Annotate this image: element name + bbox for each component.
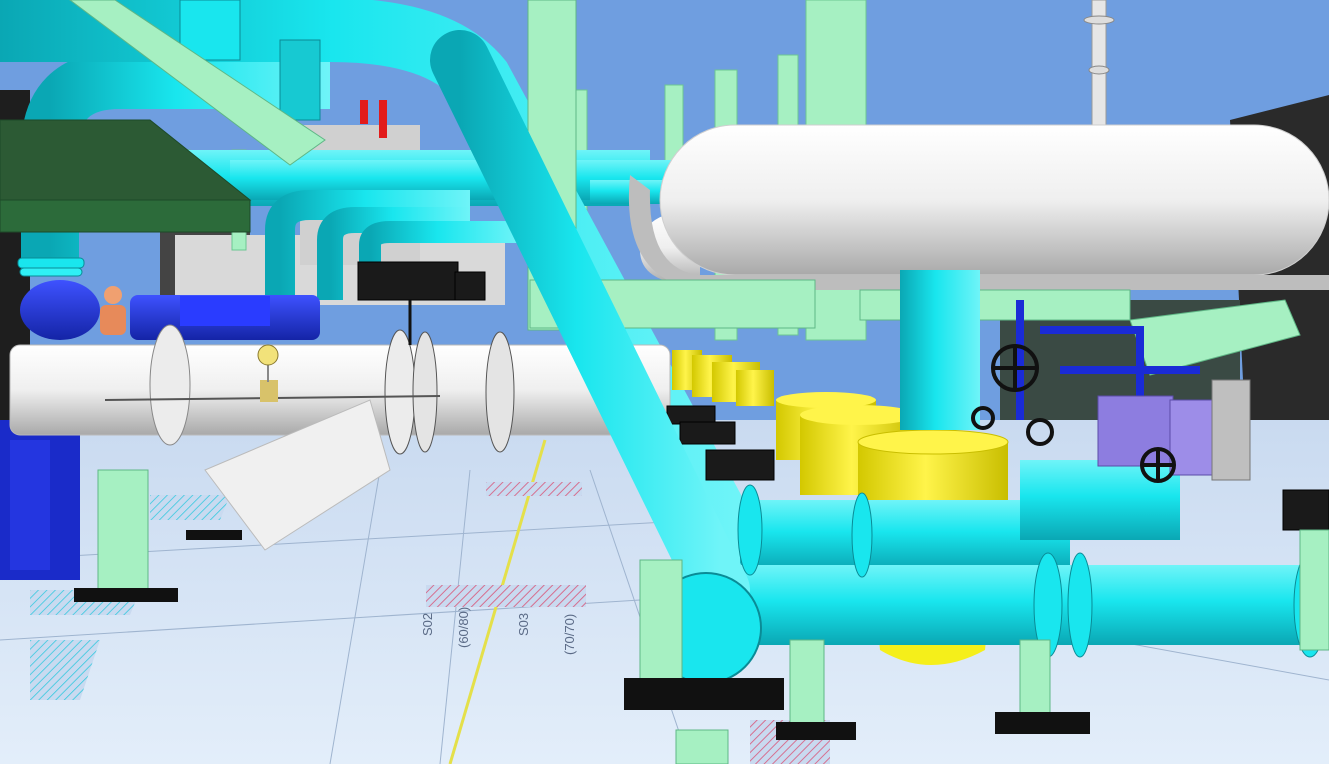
piping-3d-scene: S02 (60/80) S03 (70/70)	[0, 0, 1329, 764]
floor-label-s02: S02	[420, 613, 435, 636]
floor-label-s03-sub: (70/70)	[562, 614, 577, 655]
floor-label-s03: S03	[516, 613, 531, 636]
scene-canvas: S02 (60/80) S03 (70/70)	[0, 0, 1329, 764]
pressure-gauge-icon	[257, 344, 279, 366]
floor-label-s02-sub: (60/80)	[456, 607, 471, 648]
white-pipe-overhead	[628, 124, 1329, 290]
